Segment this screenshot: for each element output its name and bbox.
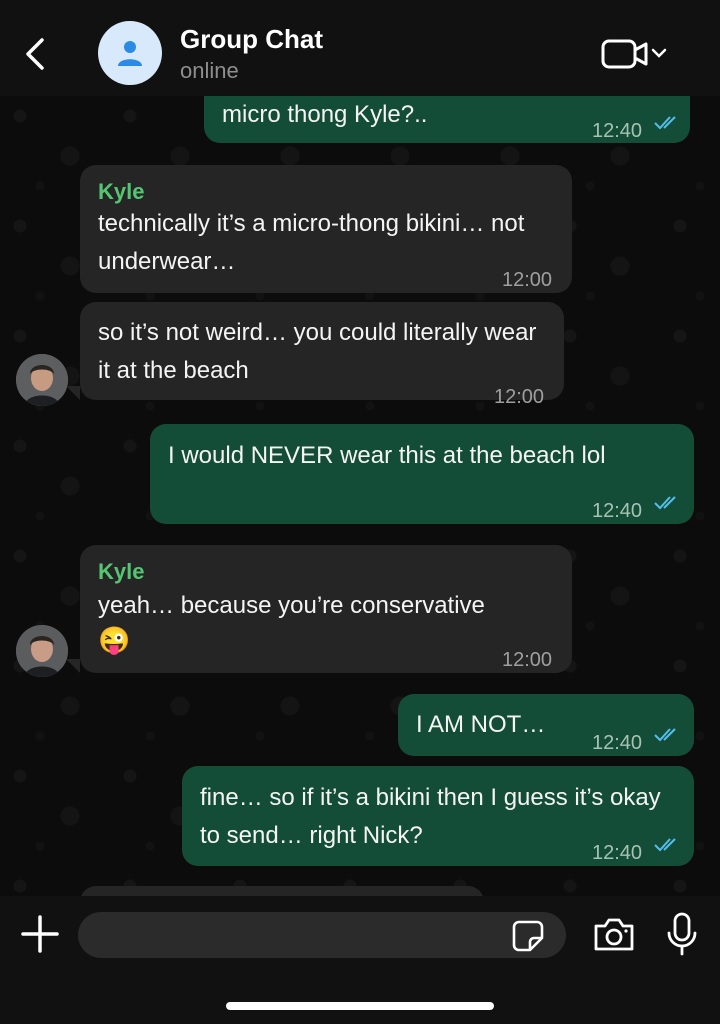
message-incoming[interactable]: Kyle technically it’s a micro-thong biki… [80, 165, 572, 293]
double-check-icon [654, 838, 676, 852]
message-incoming[interactable] [80, 886, 484, 896]
chat-header: Group Chat online [0, 0, 720, 96]
message-time: 12:00 [502, 649, 553, 671]
chevron-down-icon [651, 48, 667, 58]
message-sender: Kyle [98, 179, 145, 204]
back-button[interactable] [20, 36, 54, 72]
attach-button[interactable] [20, 914, 60, 954]
profile-photo-icon [16, 625, 68, 677]
message-text: micro thong Kyle?.. [222, 101, 428, 128]
double-check-icon [654, 116, 676, 130]
message-text: so it’s not weird… you could literally w… [98, 319, 537, 384]
message-outgoing[interactable]: fine… so if it’s a bikini then I guess i… [182, 766, 694, 866]
plus-icon [21, 915, 59, 953]
message-text: yeah… because you’re conservative [98, 592, 485, 619]
message-text: I AM NOT… [416, 711, 546, 738]
message-time: 12:40 [592, 500, 643, 522]
chat-title[interactable]: Group Chat [180, 24, 323, 55]
message-incoming[interactable]: Kyle yeah… because you’re conservative 😜… [80, 545, 572, 673]
message-outgoing[interactable]: I AM NOT… 12:40 [398, 694, 694, 756]
home-indicator[interactable] [226, 1002, 494, 1010]
message-list[interactable]: micro thong Kyle?.. 12:40 Kyle technical… [0, 96, 720, 896]
chat-status: online [180, 58, 239, 83]
avatar[interactable] [16, 625, 68, 677]
bubble-tail [66, 659, 80, 673]
user-icon [118, 41, 142, 66]
profile-photo-icon [16, 354, 68, 406]
emoji: 😜 [98, 625, 131, 655]
message-text: technically it’s a micro-thong bikini… n… [98, 210, 525, 275]
sticker-button[interactable] [510, 918, 546, 954]
camera-button[interactable] [592, 914, 636, 954]
double-check-icon [654, 496, 676, 510]
back-arrow-icon [26, 38, 44, 70]
microphone-button[interactable] [664, 912, 700, 956]
double-check-icon [654, 728, 676, 742]
group-avatar[interactable] [98, 21, 162, 85]
camera-icon [594, 918, 634, 951]
message-time: 12:00 [494, 386, 545, 408]
message-incoming[interactable]: so it’s not weird… you could literally w… [80, 302, 564, 408]
message-outgoing[interactable]: I would NEVER wear this at the beach lol… [150, 424, 694, 524]
avatar[interactable] [16, 354, 68, 406]
message-time: 12:40 [592, 732, 643, 754]
message-time: 12:00 [502, 269, 553, 291]
message-input[interactable] [78, 912, 566, 958]
microphone-icon [667, 912, 697, 956]
message-text: I would NEVER wear this at the beach lol [168, 442, 606, 469]
message-time: 12:40 [592, 842, 643, 864]
message-outgoing[interactable]: micro thong Kyle?.. 12:40 [204, 96, 690, 143]
bubble-tail [66, 386, 80, 400]
video-call-button[interactable] [600, 38, 672, 70]
message-sender: Kyle [98, 559, 145, 584]
sticker-icon [512, 920, 544, 952]
message-time: 12:40 [592, 120, 643, 142]
video-call-icon [601, 39, 667, 69]
